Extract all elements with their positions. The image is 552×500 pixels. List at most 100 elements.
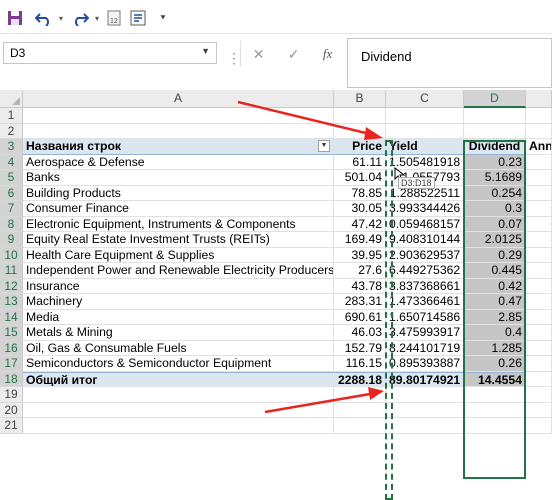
cell-empty[interactable] — [334, 123, 386, 139]
row-header-10[interactable]: 10 — [0, 247, 23, 263]
cell-empty[interactable] — [526, 216, 552, 232]
spreadsheet-grid[interactable]: A B C D 1 2 3 4 5 6 7 8 9 10 11 12 13 14 15 16 17 18 19 20 2… — [0, 90, 552, 500]
chevron-down-icon[interactable]: ▼ — [201, 46, 210, 56]
cell-empty[interactable] — [23, 108, 334, 124]
row-header-13[interactable]: 13 — [0, 294, 23, 310]
enter-icon[interactable]: ✓ — [288, 46, 300, 63]
insert-function-icon[interactable]: fx — [323, 46, 332, 62]
row-label[interactable]: Insurance — [23, 278, 334, 294]
cell-empty[interactable] — [23, 387, 334, 403]
pivot-header-dividend[interactable]: Dividend — [464, 139, 526, 155]
yield-cell[interactable]: 9.408310144 — [386, 232, 464, 248]
row-header-19[interactable]: 19 — [0, 387, 23, 403]
yield-cell[interactable]: 2.903629537 — [386, 247, 464, 263]
cell-empty[interactable] — [526, 387, 552, 403]
yield-cell[interactable]: 6.449275362 — [386, 263, 464, 279]
cell-empty[interactable] — [526, 170, 552, 186]
yield-cell[interactable]: 3.993344426 — [386, 201, 464, 217]
cell-empty[interactable] — [526, 232, 552, 248]
cell-empty[interactable] — [386, 123, 464, 139]
dividend-cell[interactable]: 0.26 — [464, 356, 526, 372]
cell-empty[interactable] — [526, 371, 552, 387]
calculator-icon[interactable]: 12 — [104, 7, 124, 29]
save-icon[interactable] — [4, 7, 26, 29]
price-cell[interactable]: 47.42 — [334, 216, 386, 232]
cell-empty[interactable] — [23, 123, 334, 139]
yield-cell[interactable]: 3.475993917 — [386, 325, 464, 341]
row-header-21[interactable]: 21 — [0, 418, 23, 434]
yield-cell[interactable]: 0.059468157 — [386, 216, 464, 232]
cell-empty[interactable] — [526, 402, 552, 418]
cell-empty[interactable] — [464, 402, 526, 418]
price-cell[interactable]: 690.61 — [334, 309, 386, 325]
dividend-cell[interactable]: 2.0125 — [464, 232, 526, 248]
dividend-cell[interactable]: 1.285 — [464, 340, 526, 356]
row-header-3[interactable]: 3 — [0, 139, 23, 155]
row-label[interactable]: Independent Power and Renewable Electric… — [23, 263, 334, 279]
row-label[interactable]: Electronic Equipment, Instruments & Comp… — [23, 216, 334, 232]
cell-empty[interactable] — [386, 108, 464, 124]
name-box[interactable]: D3 ▼ — [3, 42, 217, 64]
price-cell[interactable]: 116.15 — [334, 356, 386, 372]
redo-dropdown-icon[interactable]: ▾ — [92, 7, 102, 29]
row-header-14[interactable]: 14 — [0, 309, 23, 325]
form-icon[interactable] — [128, 7, 148, 29]
row-header-9[interactable]: 9 — [0, 232, 23, 248]
dividend-cell[interactable]: 0.445 — [464, 263, 526, 279]
cell-empty[interactable] — [334, 402, 386, 418]
price-cell[interactable]: 30.05 — [334, 201, 386, 217]
price-cell[interactable]: 169.49 — [334, 232, 386, 248]
cell-empty[interactable] — [526, 108, 552, 124]
cell-empty[interactable] — [526, 325, 552, 341]
column-header-c[interactable]: C — [386, 90, 464, 108]
formula-input[interactable]: Dividend — [347, 38, 552, 88]
select-all-corner[interactable] — [0, 90, 23, 108]
redo-button[interactable] — [68, 7, 92, 29]
cell-empty[interactable] — [526, 418, 552, 434]
cell-empty[interactable] — [526, 309, 552, 325]
cell-empty[interactable] — [526, 247, 552, 263]
row-header-18[interactable]: 18 — [0, 371, 23, 387]
cell-empty[interactable] — [526, 356, 552, 372]
row-label[interactable]: Aerospace & Defense — [23, 154, 334, 170]
row-header-7[interactable]: 7 — [0, 201, 23, 217]
cell-empty[interactable] — [526, 154, 552, 170]
dividend-cell[interactable]: 0.47 — [464, 294, 526, 310]
row-header-17[interactable]: 17 — [0, 356, 23, 372]
yield-cell[interactable]: 8.244101719 — [386, 340, 464, 356]
cell-empty[interactable] — [464, 418, 526, 434]
row-header-2[interactable]: 2 — [0, 123, 23, 139]
dividend-cell[interactable]: 0.3 — [464, 201, 526, 217]
pivot-header-price[interactable]: Price — [334, 139, 386, 155]
cell-empty[interactable] — [334, 418, 386, 434]
price-cell[interactable]: 39.95 — [334, 247, 386, 263]
row-label[interactable]: Semiconductors & Semiconductor Equipment — [23, 356, 334, 372]
row-label[interactable]: Equity Real Estate Investment Trusts (RE… — [23, 232, 334, 248]
cell-empty[interactable] — [526, 185, 552, 201]
row-header-5[interactable]: 5 — [0, 170, 23, 186]
cell-empty[interactable] — [526, 123, 552, 139]
cell-empty[interactable] — [526, 278, 552, 294]
price-cell[interactable]: 501.04 — [334, 170, 386, 186]
column-header-e[interactable] — [526, 90, 552, 108]
customize-qat-icon[interactable]: ⯆ — [156, 7, 170, 29]
row-label[interactable]: Consumer Finance — [23, 201, 334, 217]
yield-cell[interactable]: 1.650714586 — [386, 309, 464, 325]
dividend-cell[interactable]: 2.85 — [464, 309, 526, 325]
price-cell[interactable]: 46.03 — [334, 325, 386, 341]
yield-cell[interactable]: 0.895393887 — [386, 356, 464, 372]
row-header-8[interactable]: 8 — [0, 216, 23, 232]
cell-empty[interactable] — [464, 387, 526, 403]
dividend-cell[interactable]: 0.4 — [464, 325, 526, 341]
row-header-16[interactable]: 16 — [0, 340, 23, 356]
row-label[interactable]: Media — [23, 309, 334, 325]
grand-total-dividend[interactable]: 14.4554 — [464, 371, 526, 387]
dividend-cell[interactable]: 0.42 — [464, 278, 526, 294]
yield-cell[interactable]: 3.837368661 — [386, 278, 464, 294]
column-header-b[interactable]: B — [334, 90, 386, 108]
row-label[interactable]: Machinery — [23, 294, 334, 310]
cancel-icon[interactable]: ✕ — [253, 46, 265, 63]
grand-total-label[interactable]: Общий итог — [23, 371, 334, 387]
dividend-cell[interactable]: 0.29 — [464, 247, 526, 263]
dividend-cell[interactable]: 0.254 — [464, 185, 526, 201]
